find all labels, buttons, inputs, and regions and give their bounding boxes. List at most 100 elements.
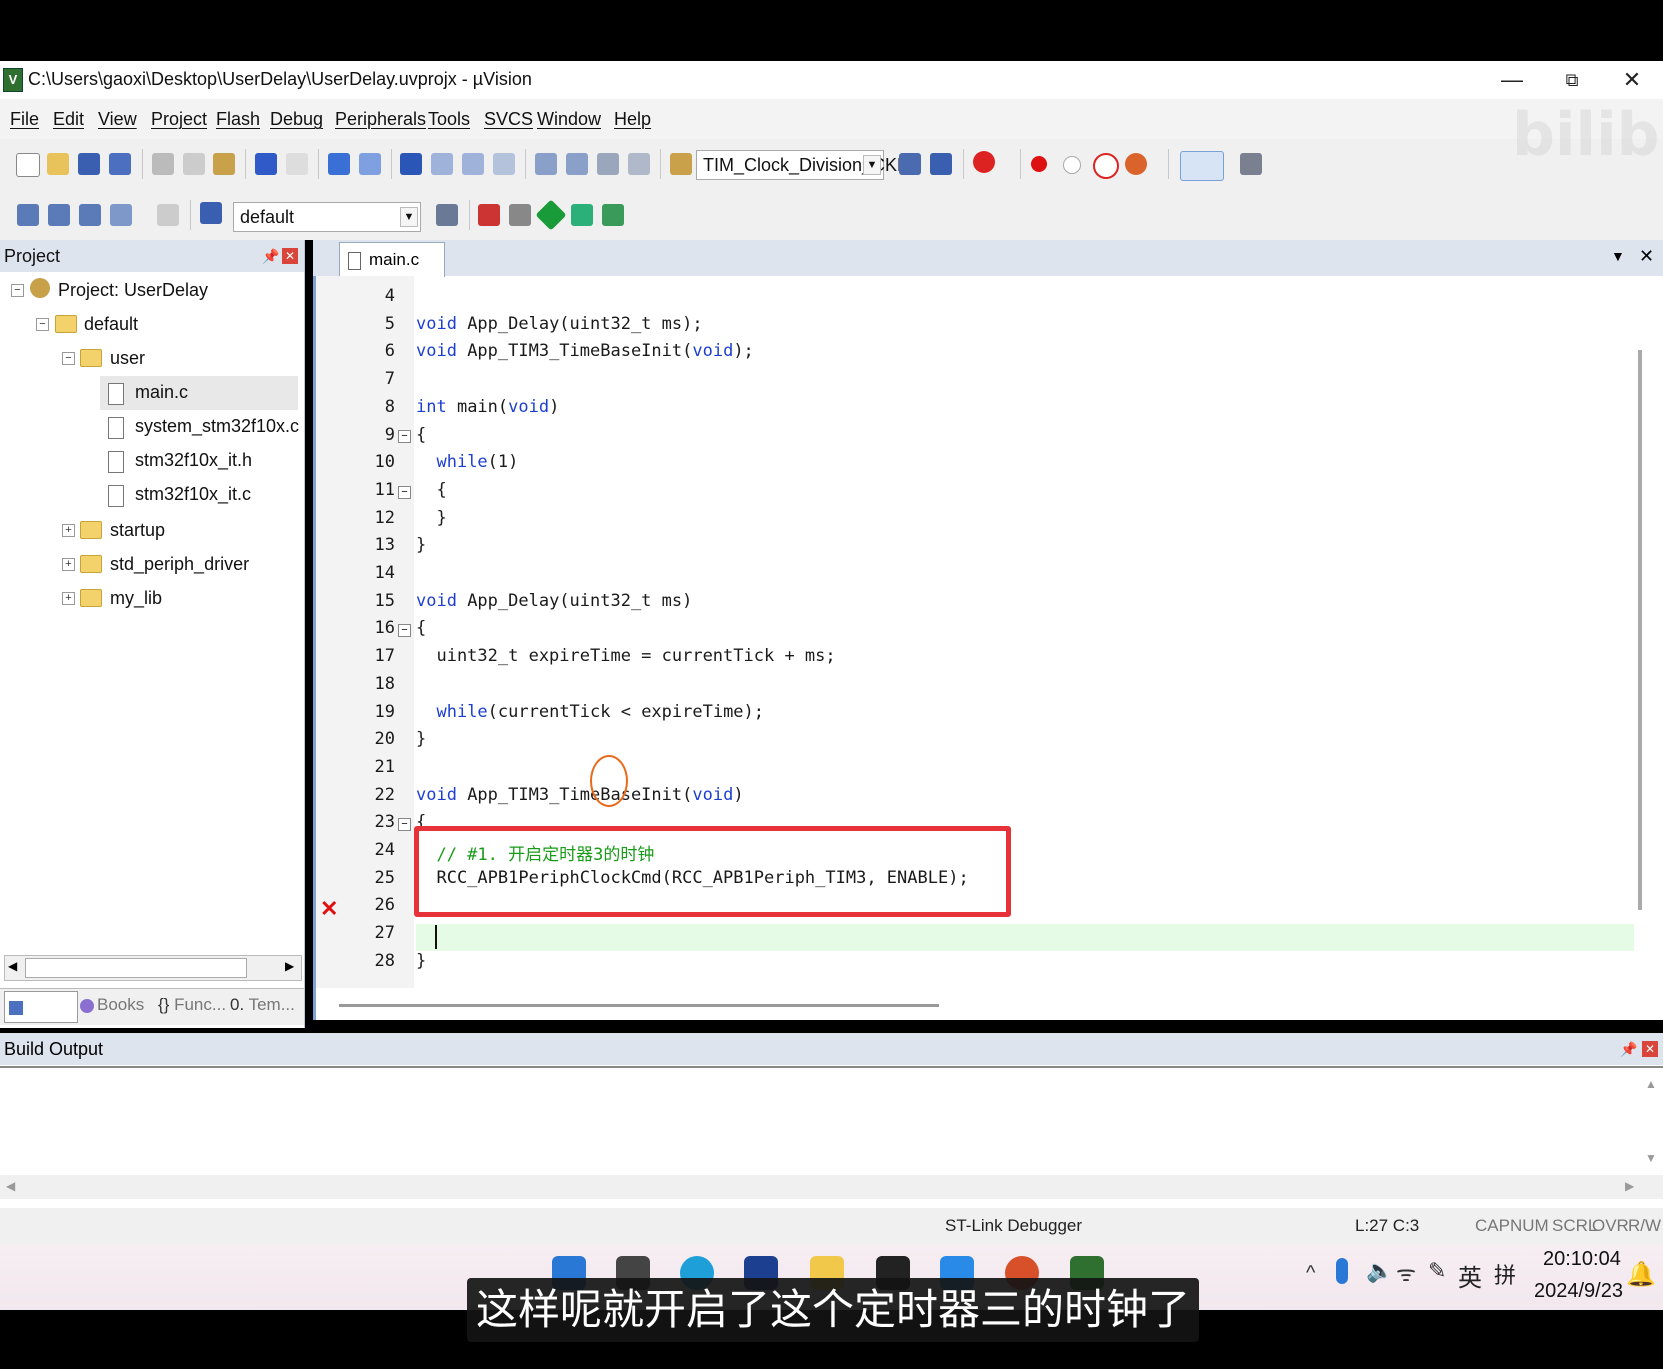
- scroll-right-icon[interactable]: ▶: [1625, 1179, 1634, 1193]
- unindent-icon[interactable]: [566, 153, 588, 175]
- menu-project[interactable]: Project: [151, 109, 207, 130]
- code-line[interactable]: {: [416, 425, 426, 445]
- fold-collapse-icon[interactable]: −: [398, 486, 411, 499]
- menu-help[interactable]: Help: [614, 109, 651, 130]
- code-line[interactable]: int main(void): [416, 397, 559, 417]
- navigate-forward-icon[interactable]: [359, 153, 381, 175]
- navigate-back-icon[interactable]: [328, 153, 350, 175]
- expand-icon[interactable]: +: [62, 558, 75, 571]
- scroll-right-icon[interactable]: ▶: [285, 959, 294, 973]
- tree-file-system[interactable]: system_stm32f10x.c: [135, 416, 299, 437]
- clock-date[interactable]: 2024/9/23: [1534, 1280, 1623, 1303]
- manage-rte-icon[interactable]: [535, 199, 567, 231]
- chevron-down-icon[interactable]: ▼: [400, 207, 418, 227]
- rebuild-icon[interactable]: [79, 204, 101, 226]
- ime-mode[interactable]: 拼: [1494, 1258, 1516, 1290]
- code-line[interactable]: }: [416, 951, 426, 971]
- collapse-icon[interactable]: −: [62, 352, 75, 365]
- tree-target-default[interactable]: default: [84, 314, 138, 335]
- wifi-icon[interactable]: ᯤ: [1396, 1258, 1416, 1288]
- cut-icon[interactable]: [152, 153, 174, 175]
- tab-list-chevron-icon[interactable]: ▼: [1611, 248, 1625, 264]
- find-in-files-icon[interactable]: [670, 153, 692, 175]
- download-load-icon[interactable]: [200, 202, 222, 224]
- code-line[interactable]: void App_Delay(uint32_t ms);: [416, 314, 703, 334]
- menu-view[interactable]: View: [98, 109, 137, 130]
- undo-icon[interactable]: [255, 153, 277, 175]
- menu-debug[interactable]: Debug: [270, 109, 323, 130]
- code-line[interactable]: }: [416, 508, 446, 528]
- expand-icon[interactable]: +: [62, 592, 75, 605]
- close-icon[interactable]: ✕: [282, 248, 298, 264]
- tab-project[interactable]: Project: [4, 991, 78, 1046]
- fold-collapse-icon[interactable]: −: [398, 624, 411, 637]
- kill-breakpoints-icon[interactable]: [1125, 153, 1147, 175]
- scroll-left-icon[interactable]: ◀: [6, 1179, 15, 1193]
- translate-icon[interactable]: [17, 204, 39, 226]
- scroll-down-icon[interactable]: ▼: [1645, 1151, 1657, 1165]
- insert-breakpoint-icon[interactable]: [1031, 156, 1047, 172]
- comment-icon[interactable]: [597, 153, 619, 175]
- menu-svcs[interactable]: SVCS: [484, 109, 533, 130]
- tree-file-main-c[interactable]: main.c: [135, 382, 188, 403]
- code-line[interactable]: [416, 923, 436, 943]
- pen-icon[interactable]: ✎: [1428, 1258, 1446, 1284]
- error-marker-icon[interactable]: ✕: [320, 896, 338, 922]
- next-bookmark-icon[interactable]: [462, 153, 484, 175]
- notification-bell-icon[interactable]: 🔔: [1626, 1260, 1656, 1289]
- code-line[interactable]: void App_TIM3_TimeBaseInit(void): [416, 785, 744, 805]
- collapse-icon[interactable]: −: [36, 318, 49, 331]
- code-line[interactable]: {: [416, 618, 426, 638]
- editor-horizontal-scrollbar[interactable]: [339, 1004, 939, 1007]
- find-combo[interactable]: TIM_Clock_Division_CKD ▼: [696, 150, 910, 180]
- start-debug-icon[interactable]: [973, 151, 995, 173]
- tree-group-my-lib[interactable]: my_lib: [110, 588, 162, 609]
- batch-build-icon[interactable]: [110, 204, 132, 226]
- save-icon[interactable]: [78, 153, 100, 175]
- scrollbar-thumb[interactable]: [25, 958, 247, 978]
- tree-group-startup[interactable]: startup: [110, 520, 165, 541]
- window-layout-icon[interactable]: [1180, 151, 1224, 181]
- pin-icon[interactable]: 📌: [1620, 1033, 1637, 1065]
- menu-window[interactable]: Window: [537, 109, 601, 130]
- manage-components-icon[interactable]: [478, 204, 500, 226]
- disable-breakpoints-icon[interactable]: [1093, 153, 1119, 179]
- file-extensions-icon[interactable]: [509, 204, 531, 226]
- tree-group-user[interactable]: user: [110, 348, 145, 369]
- clock-time[interactable]: 20:10:04: [1543, 1248, 1621, 1271]
- code-line[interactable]: while(currentTick < expireTime);: [416, 702, 764, 722]
- maximize-button[interactable]: ⧉: [1552, 65, 1592, 95]
- tree-project-root[interactable]: Project: UserDelay: [58, 280, 208, 301]
- select-packs-icon[interactable]: [602, 204, 624, 226]
- tab-main-c[interactable]: main.c: [339, 242, 445, 277]
- menu-file[interactable]: File: [10, 109, 39, 130]
- build-output-hscroll[interactable]: ◀ ▶: [0, 1175, 1663, 1199]
- code-line[interactable]: }: [416, 535, 426, 555]
- volume-icon[interactable]: 🔈: [1366, 1258, 1393, 1284]
- close-button[interactable]: ✕: [1612, 65, 1652, 95]
- scroll-left-icon[interactable]: ◀: [8, 959, 17, 973]
- tab-functions[interactable]: {} Func...: [158, 995, 226, 1015]
- menu-peripherals[interactable]: Peripherals: [335, 109, 426, 130]
- bookmark-icon[interactable]: [400, 153, 422, 175]
- tab-books[interactable]: Books: [80, 995, 144, 1015]
- fold-collapse-icon[interactable]: −: [398, 430, 411, 443]
- code-line[interactable]: void App_TIM3_TimeBaseInit(void);: [416, 341, 754, 361]
- code-line[interactable]: void App_Delay(uint32_t ms): [416, 591, 692, 611]
- build-icon[interactable]: [48, 204, 70, 226]
- chevron-down-icon[interactable]: ▼: [863, 155, 881, 175]
- tree-group-std-periph[interactable]: std_periph_driver: [110, 554, 249, 575]
- stop-build-icon[interactable]: [157, 204, 179, 226]
- code-line[interactable]: uint32_t expireTime = currentTick + ms;: [416, 646, 835, 666]
- target-select[interactable]: default ▼: [233, 202, 421, 232]
- copy-icon[interactable]: [183, 153, 205, 175]
- tab-templates[interactable]: 0. Tem...: [230, 995, 295, 1015]
- ime-language[interactable]: 英: [1458, 1258, 1482, 1293]
- fold-collapse-icon[interactable]: −: [398, 818, 411, 831]
- close-icon[interactable]: ✕: [1642, 1041, 1658, 1057]
- code-line[interactable]: while(1): [416, 452, 518, 472]
- horizontal-scrollbar[interactable]: ◀ ▶: [4, 955, 302, 981]
- code-line[interactable]: }: [416, 729, 426, 749]
- target-options-icon[interactable]: [436, 204, 458, 226]
- find-icon[interactable]: [899, 153, 921, 175]
